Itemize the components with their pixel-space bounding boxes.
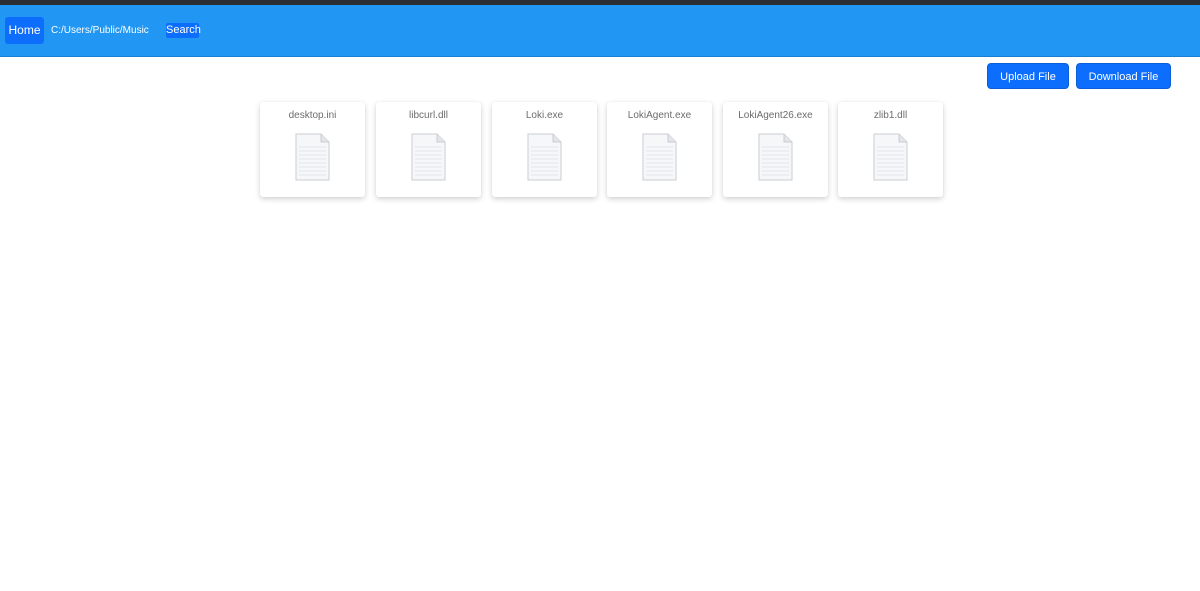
file-card[interactable]: LokiAgent26.exe xyxy=(723,102,828,197)
file-card[interactable]: zlib1.dll xyxy=(838,102,943,197)
file-name: Loki.exe xyxy=(525,110,564,121)
upload-file-button[interactable]: Upload File xyxy=(987,63,1069,89)
search-button[interactable]: Search xyxy=(166,23,201,38)
file-name: LokiAgent.exe xyxy=(627,110,692,121)
document-icon xyxy=(642,133,677,181)
document-icon xyxy=(411,133,446,181)
file-card[interactable]: Loki.exe xyxy=(492,102,597,197)
document-icon xyxy=(527,133,562,181)
document-icon xyxy=(758,133,793,181)
file-card[interactable]: libcurl.dll xyxy=(376,102,481,197)
current-path: C:/Users/Public/Music xyxy=(51,25,149,36)
document-icon xyxy=(873,133,908,181)
file-name: zlib1.dll xyxy=(873,110,908,121)
file-name: LokiAgent26.exe xyxy=(738,110,813,121)
home-button[interactable]: Home xyxy=(5,17,44,44)
download-file-button[interactable]: Download File xyxy=(1076,63,1171,89)
navbar: Home C:/Users/Public/Music Search xyxy=(0,5,1200,57)
file-grid: desktop.ini libcurl.dll Loki.exe LokiAge… xyxy=(260,102,950,197)
file-card[interactable]: LokiAgent.exe xyxy=(607,102,712,197)
file-name: desktop.ini xyxy=(288,110,337,121)
document-icon xyxy=(295,133,330,181)
file-card[interactable]: desktop.ini xyxy=(260,102,365,197)
file-name: libcurl.dll xyxy=(409,110,448,121)
